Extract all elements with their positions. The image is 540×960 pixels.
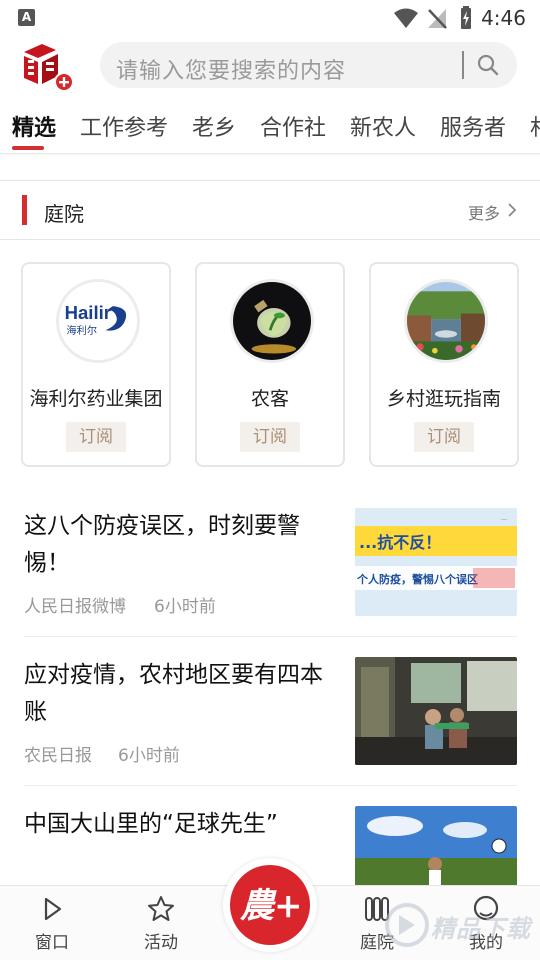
- svg-text:...抗不反！: ...抗不反！: [359, 533, 441, 552]
- search-input[interactable]: 请输入您要搜索的内容: [100, 42, 517, 88]
- courtyard-card[interactable]: Hailir 海利尔 海利尔药业集团 订阅: [21, 262, 171, 467]
- play-icon: [44, 897, 62, 921]
- nav-label: 窗口: [35, 933, 69, 953]
- hailir-logo-avatar: Hailir 海利尔: [56, 279, 140, 363]
- article-thumbnail[interactable]: [355, 657, 517, 765]
- article-time: 6小时前: [118, 746, 180, 766]
- battery-charging-icon: [461, 6, 471, 29]
- search-divider: [462, 51, 464, 79]
- courtyard-section-header: 庭院 更多: [0, 182, 540, 240]
- svg-text:…: …: [501, 515, 507, 522]
- search-placeholder: 请输入您要搜索的内容: [116, 59, 347, 84]
- courtyard-card[interactable]: 乡村逛玩指南 订阅: [369, 262, 519, 467]
- wifi-icon: [394, 8, 418, 28]
- svg-text:个人防疫，警惕八个误区: 个人防疫，警惕八个误区: [356, 572, 478, 586]
- article-source: 人民日报微博: [24, 597, 126, 617]
- nav-label: 活动: [144, 933, 178, 953]
- article-thumbnail[interactable]: ...抗不反！ 个人防疫，警惕八个误区 …: [355, 508, 517, 616]
- svg-text:Hailir: Hailir: [65, 302, 111, 323]
- card-name: 海利尔药业集团: [29, 388, 163, 410]
- status-bar: A 4:46: [0, 0, 540, 36]
- svg-text:海利尔: 海利尔: [66, 324, 97, 337]
- courtyard-cards: Hailir 海利尔 海利尔药业集团 订阅 农客 订阅 乡村逛玩指南 订阅: [0, 262, 540, 468]
- canal-town-avatar: [404, 279, 488, 363]
- card-name: 农客: [250, 388, 289, 410]
- tab-work-reference[interactable]: 工作参考: [80, 110, 168, 142]
- nav-activity[interactable]: 活动: [121, 894, 201, 960]
- nav-window[interactable]: 窗口: [12, 894, 92, 960]
- divider: [0, 180, 540, 181]
- tab-service-provider[interactable]: 服务者: [440, 110, 506, 142]
- no-signal-icon: [428, 9, 447, 29]
- center-publish-button[interactable]: 農+: [223, 858, 317, 952]
- card-name: 乡村逛玩指南: [386, 388, 501, 410]
- article-divider: [24, 636, 517, 637]
- article-title[interactable]: 应对疫情，农村地区要有四本账: [24, 657, 334, 731]
- section-accent-bar: [22, 195, 27, 225]
- tabs-shadow: [0, 153, 540, 156]
- article-source: 农民日报: [24, 746, 92, 766]
- star-icon: [148, 896, 174, 921]
- lightbulb-plant-avatar: [230, 279, 314, 363]
- search-icon[interactable]: [476, 53, 500, 77]
- category-tabs: 精选 工作参考 老乡 合作社 新农人 服务者 村: [0, 100, 540, 154]
- nong-plus-icon: 農+: [230, 865, 310, 945]
- tab-new-farmer[interactable]: 新农人: [350, 110, 416, 142]
- watermark-logo: 精品下载: [375, 895, 540, 955]
- article-divider: [24, 785, 517, 786]
- subscribe-button[interactable]: 订阅: [240, 422, 300, 452]
- tab-featured[interactable]: 精选: [12, 110, 56, 142]
- app-logo-icon[interactable]: [20, 40, 76, 92]
- subscribe-button[interactable]: 订阅: [66, 422, 126, 452]
- header: 请输入您要搜索的内容: [0, 36, 540, 98]
- article-title[interactable]: 这八个防疫误区，时刻要警惕！: [24, 508, 334, 582]
- notification-a-icon: A: [18, 9, 35, 26]
- more-link[interactable]: 更多: [468, 200, 500, 224]
- clock: 4:46: [481, 6, 526, 30]
- divider: [0, 239, 540, 240]
- tab-cooperative[interactable]: 合作社: [260, 110, 326, 142]
- subscribe-button[interactable]: 订阅: [414, 422, 474, 452]
- tab-village[interactable]: 村: [530, 110, 540, 142]
- watermark-text: 精品下载: [431, 915, 531, 943]
- courtyard-card[interactable]: 农客 订阅: [195, 262, 345, 467]
- article-title[interactable]: 中国大山里的“足球先生”: [24, 806, 334, 843]
- article-time: 6小时前: [154, 597, 216, 617]
- courtyard-title: 庭院: [44, 202, 84, 226]
- chevron-right-icon[interactable]: [506, 202, 518, 218]
- tab-fellow-villager[interactable]: 老乡: [192, 110, 236, 142]
- svg-text:農+: 農+: [240, 886, 303, 926]
